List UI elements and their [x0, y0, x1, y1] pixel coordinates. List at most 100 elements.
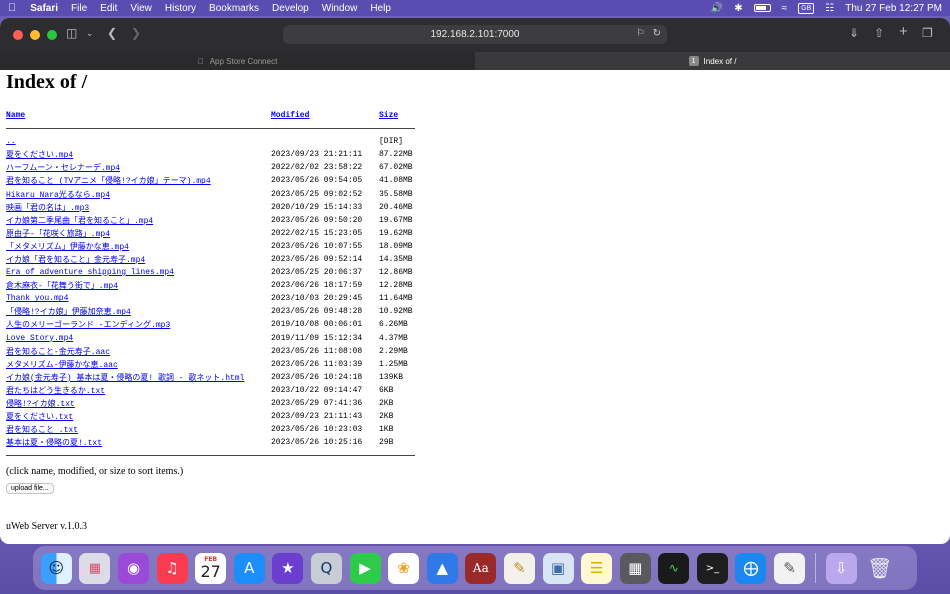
keynote-icon[interactable]: ▲	[426, 552, 458, 584]
quicktime-icon[interactable]: Q	[310, 552, 342, 584]
battery-icon[interactable]	[753, 4, 771, 12]
address-bar[interactable]: 192.168.2.101:7000 ⚐ ↻	[283, 25, 667, 44]
table-row: .. [DIR]	[6, 135, 415, 148]
app-store-icon[interactable]: A	[233, 552, 265, 584]
control-center-icon[interactable]: ☷	[825, 3, 834, 14]
tab-index-of[interactable]: 1 Index of /	[475, 52, 950, 70]
volume-icon[interactable]: 🔊	[711, 3, 723, 14]
file-modified: 2023/05/26 10:07:55	[271, 241, 363, 251]
script-editor-icon[interactable]: ✎	[503, 552, 535, 584]
forward-button-icon[interactable]: ❯	[131, 26, 141, 40]
parent-directory-link[interactable]: ..	[6, 137, 16, 146]
preview-icon[interactable]: ▣	[542, 552, 574, 584]
sort-by-modified-link[interactable]: Modified	[271, 111, 309, 120]
file-link[interactable]: メタメリズム-伊藤かな恵.aac	[6, 361, 118, 370]
terminal-icon[interactable]: >_	[696, 552, 728, 584]
file-link[interactable]: 君を知ること-金元寿子.aac	[6, 348, 110, 357]
file-link[interactable]: Era of adventure shipping lines.mp4	[6, 268, 174, 277]
file-link[interactable]: 夏をください.mp4	[6, 151, 73, 160]
new-tab-icon[interactable]: +	[899, 23, 908, 40]
apple-menu-icon[interactable]: 	[8, 2, 16, 14]
file-link[interactable]: Hikaru Nara光るなら.mp4	[6, 191, 110, 200]
input-source-indicator[interactable]: GB	[798, 2, 815, 14]
trash-icon[interactable]: 🗑	[864, 553, 895, 584]
file-link[interactable]: 基本は夏・侵略の夏!.txt	[6, 439, 102, 448]
menu-app-name[interactable]: Safari	[30, 3, 58, 14]
file-modified: 2023/05/26 11:03:39	[271, 359, 363, 369]
music-icon[interactable]: ♫	[156, 552, 188, 584]
file-modified: 2023/05/26 10:23:03	[271, 425, 363, 435]
table-row: 夏をください.txt 2023/09/23 21:11:43 2KB	[6, 410, 415, 423]
safari-icon[interactable]: ⨁	[735, 552, 767, 584]
menu-history[interactable]: History	[165, 3, 196, 14]
finder-icon[interactable]: ☺	[40, 552, 72, 584]
file-link[interactable]: イカ娘第二季尾曲「君を知ること」.mp4	[6, 217, 153, 226]
file-link[interactable]: 君たちはどう生きるか.txt	[6, 387, 105, 396]
downloads-icon[interactable]: ⇩	[825, 552, 857, 584]
translate-icon[interactable]: ⚐	[636, 28, 645, 39]
file-link[interactable]: 「侵略!?イカ娘」伊藤加奈恵.mp4	[6, 308, 131, 317]
menu-edit[interactable]: Edit	[100, 3, 117, 14]
file-link[interactable]: イカ娘(金元寿子) 基本は夏・侵略の夏! 歌詞 - 歌ネット.html	[6, 374, 244, 383]
imovie-icon[interactable]: ★	[272, 552, 304, 584]
tab-app-store-connect[interactable]:  App Store Connect	[0, 52, 475, 70]
podcasts-icon[interactable]: ◉	[117, 552, 149, 584]
server-footer: uWeb Server v.1.0.3	[6, 521, 88, 533]
file-link[interactable]: 人生のメリーゴーランド -エンディング.mp3	[6, 321, 170, 330]
file-link[interactable]: 倉木麻衣-「花舞う街で」.mp4	[6, 282, 118, 291]
activity-monitor-icon[interactable]: ∿	[658, 552, 690, 584]
table-row: 映画「君の名は」.mp3 2020/10/29 15:14:33 20.46MB	[6, 201, 415, 214]
file-modified: 2023/10/03 20:29:45	[271, 294, 363, 304]
textedit-icon[interactable]: ✎	[774, 552, 806, 584]
zoom-window-button[interactable]	[47, 30, 57, 40]
downloads-icon[interactable]: ⇓	[849, 26, 859, 40]
menu-bookmarks[interactable]: Bookmarks	[209, 3, 259, 14]
bluetooth-icon[interactable]: ✱	[734, 3, 742, 14]
file-link[interactable]: 君を知ること (TVアニメ「侵略!?イカ娘」テーマ).mp4	[6, 177, 211, 186]
upload-file-button[interactable]: upload file...	[6, 483, 54, 495]
photos-icon[interactable]: ❀	[388, 552, 420, 584]
menu-help[interactable]: Help	[370, 3, 391, 14]
sort-by-name-link[interactable]: Name	[6, 111, 25, 120]
table-row: イカ娘(金元寿子) 基本は夏・侵略の夏! 歌詞 - 歌ネット.html 2023/…	[6, 371, 415, 384]
file-link[interactable]: ハーフムーン・セレナーデ.mp4	[6, 164, 120, 173]
facetime-icon[interactable]: ▶	[349, 552, 381, 584]
back-button-icon[interactable]: ❮	[107, 26, 117, 40]
launchpad-icon[interactable]: ▦	[79, 552, 111, 584]
minimize-window-button[interactable]	[30, 30, 40, 40]
tab-bar:  App Store Connect 1 Index of /	[0, 52, 950, 70]
file-link[interactable]: Love Story.mp4	[6, 334, 73, 343]
sidebar-toggle-icon[interactable]: ◫	[66, 26, 77, 40]
menu-view[interactable]: View	[130, 3, 152, 14]
file-link[interactable]: 映画「君の名は」.mp3	[6, 204, 89, 213]
file-modified: 2020/10/29 15:14:33	[271, 202, 363, 212]
file-link[interactable]: Thank you.mp4	[6, 294, 68, 303]
table-row: 侵略!?イカ娘.txt 2023/05/29 07:41:36 2KB	[6, 397, 415, 410]
file-link[interactable]: 侵略!?イカ娘.txt	[6, 400, 75, 409]
file-link[interactable]: 「メタメリズム」伊藤かな恵.mp4	[6, 243, 129, 252]
file-size: 4.37MB	[379, 333, 408, 343]
chevron-down-icon[interactable]: ⌄	[86, 28, 94, 39]
table-row: 夏をください.mp4 2023/09/23 21:21:11 87.22MB	[6, 148, 415, 161]
notes-icon[interactable]: ☰	[581, 552, 613, 584]
menu-develop[interactable]: Develop	[272, 3, 309, 14]
file-size: 18.09MB	[379, 241, 413, 251]
close-window-button[interactable]	[13, 30, 23, 40]
calculator-icon[interactable]: ▦	[619, 552, 651, 584]
menu-file[interactable]: File	[71, 3, 87, 14]
wifi-icon[interactable]: ≈	[782, 3, 788, 14]
file-link[interactable]: 原由子-「花咲く旅路」.mp4	[6, 230, 110, 239]
calendar-day: 27	[200, 561, 221, 581]
table-row: イカ娘第二季尾曲「君を知ること」.mp4 2023/05/26 09:50:20 1…	[6, 214, 415, 227]
dictionary-icon[interactable]: Aa	[465, 552, 497, 584]
file-link[interactable]: 君を知ること .txt	[6, 426, 78, 435]
menu-clock[interactable]: Thu 27 Feb 12:27 PM	[845, 3, 942, 14]
menu-window[interactable]: Window	[322, 3, 358, 14]
reload-icon[interactable]: ↻	[653, 28, 661, 39]
calendar-icon[interactable]: FEB 27	[195, 552, 227, 584]
file-link[interactable]: イカ娘「君を知ること」金元寿子.mp4	[6, 256, 145, 265]
file-link[interactable]: 夏をください.txt	[6, 413, 73, 422]
sort-by-size-link[interactable]: Size	[379, 111, 398, 120]
tab-overview-icon[interactable]: ❐	[922, 26, 933, 40]
share-icon[interactable]: ⇧	[874, 26, 884, 40]
